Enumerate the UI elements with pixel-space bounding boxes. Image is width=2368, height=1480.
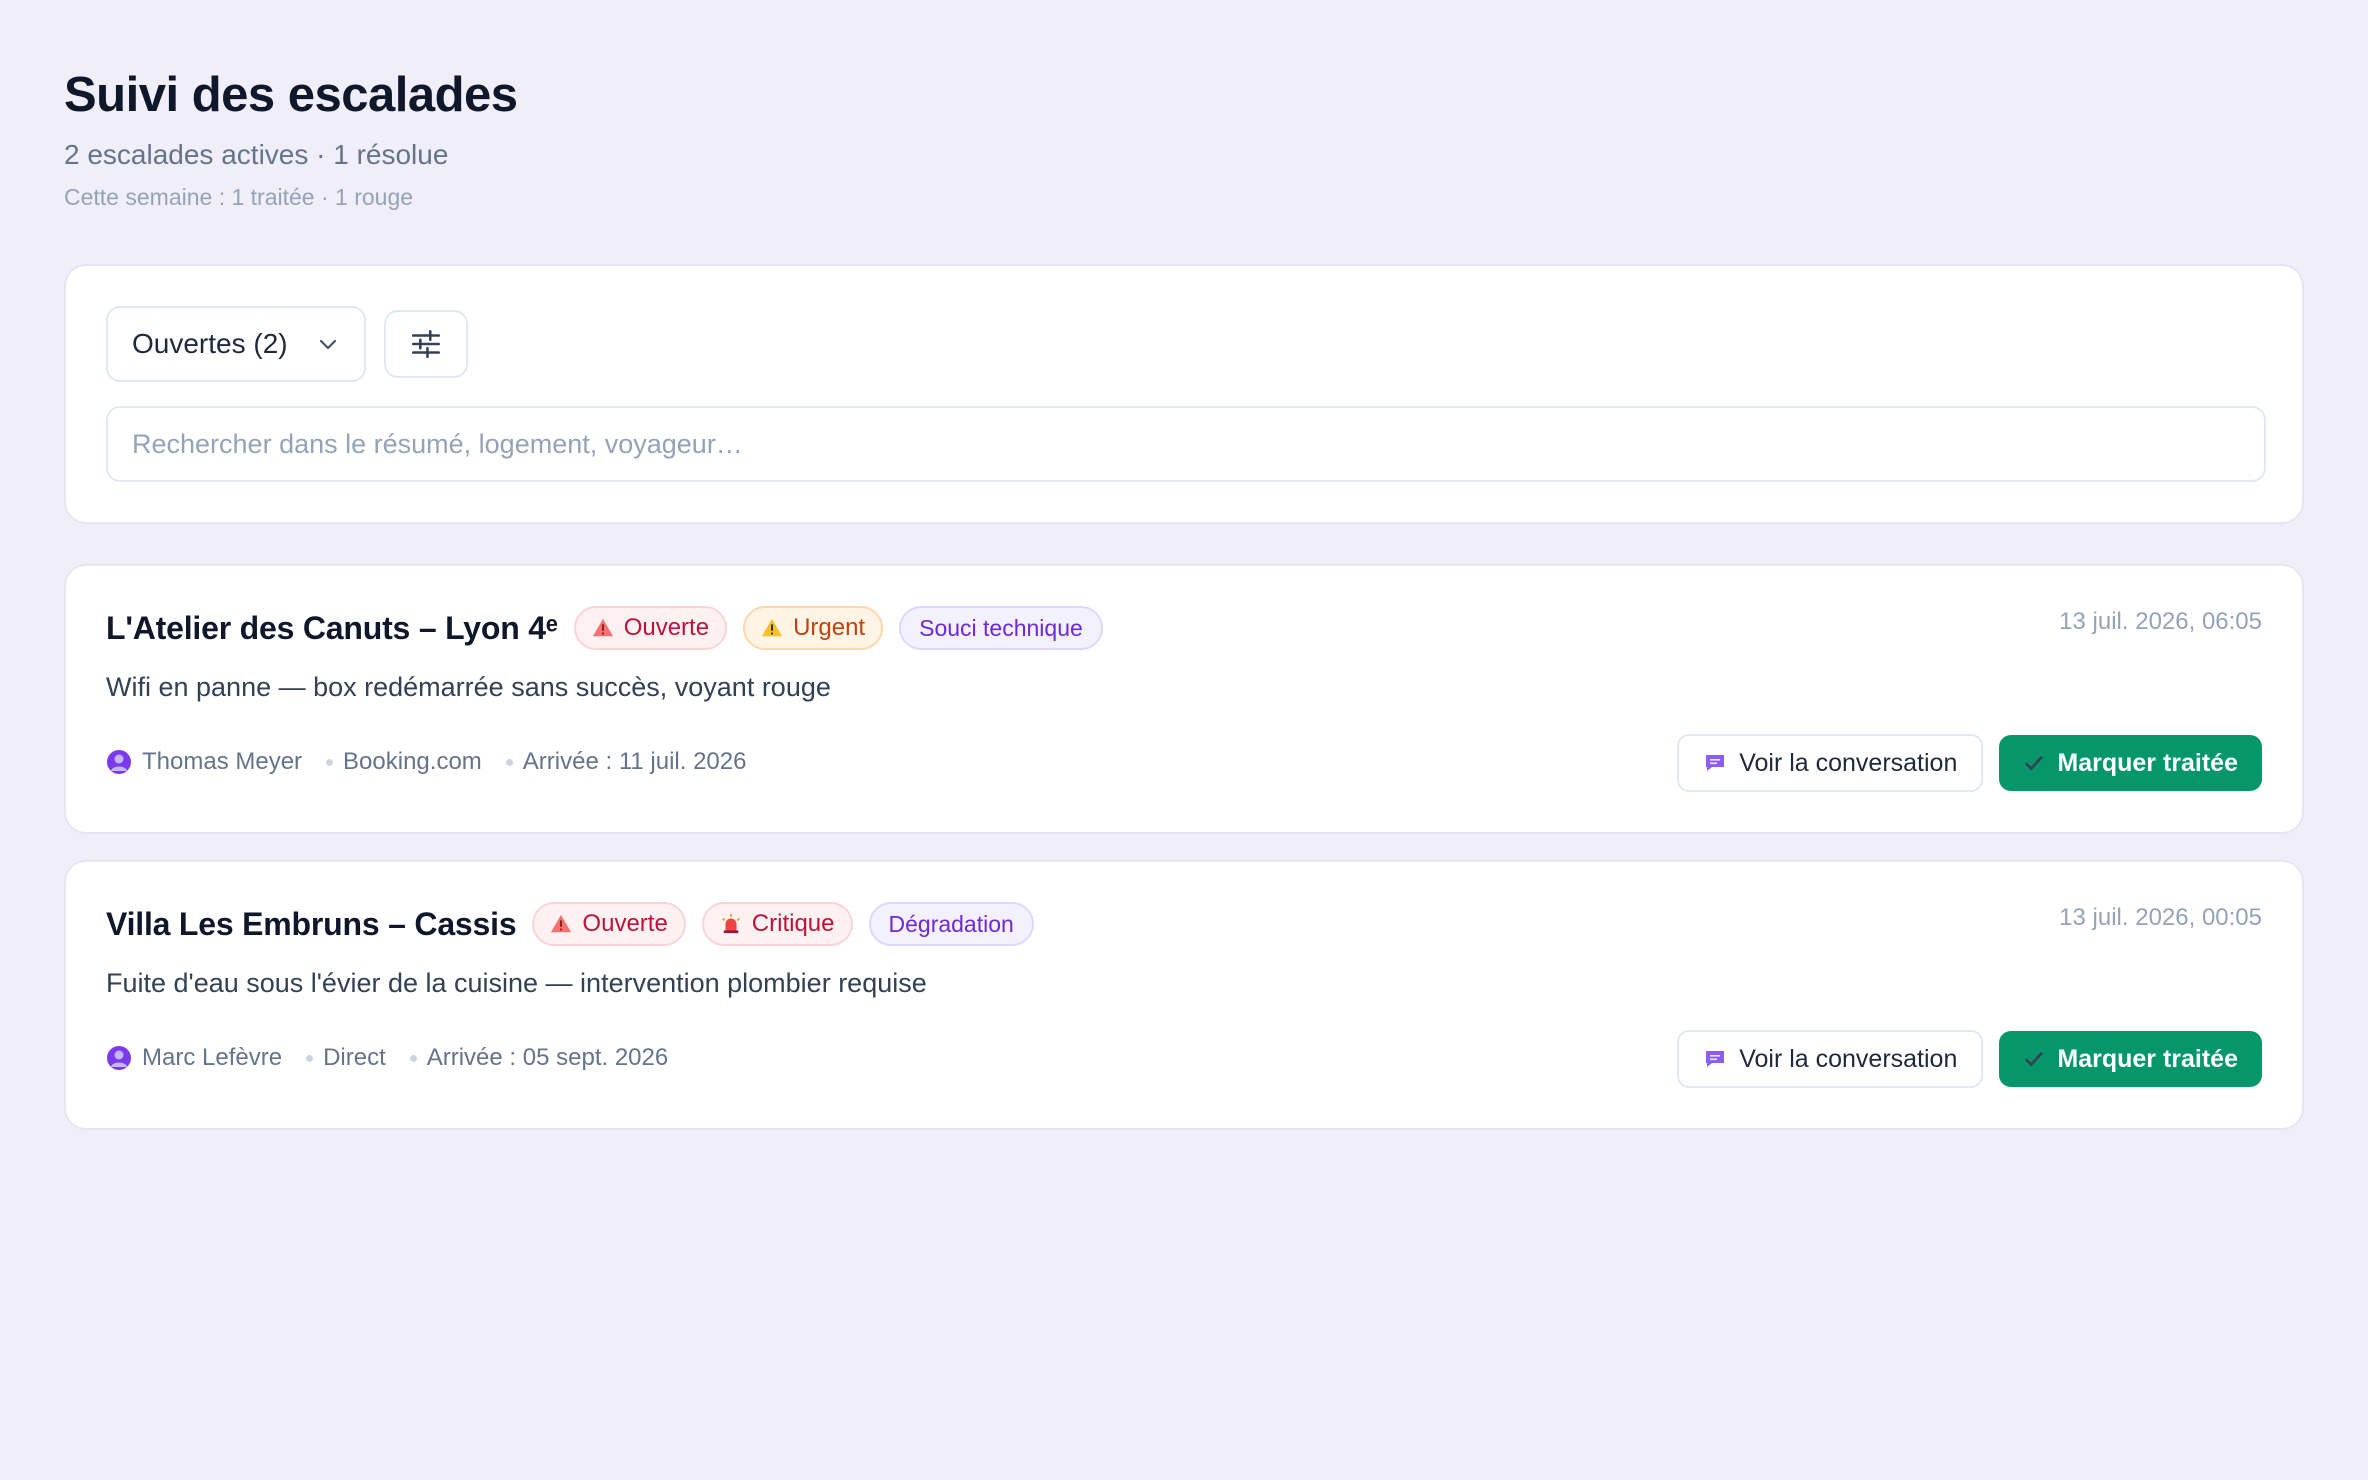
escalation-date: 13 juil. 2026, 00:05 <box>2059 904 2262 931</box>
priority-badge-label: Critique <box>751 910 835 937</box>
status-filter-select[interactable]: Ouvertes (2) <box>106 306 366 382</box>
mark-done-button[interactable]: Marquer traitée <box>1999 1031 2262 1087</box>
separator-dot <box>306 1054 314 1062</box>
escalation-card: L'Atelier des Canuts – Lyon 4ᵉ Ouverte U… <box>64 564 2304 834</box>
guest-name: Marc Lefèvre <box>142 1044 283 1071</box>
view-conversation-button[interactable]: Voir la conversation <box>1677 1030 1984 1088</box>
escalation-meta: Marc Lefèvre Direct Arrivée : 05 sept. 2… <box>106 1044 668 1072</box>
status-badge-label: Ouverte <box>623 614 710 641</box>
separator-dot <box>505 758 513 766</box>
escalation-header: Villa Les Embruns – Cassis Ouverte Criti… <box>106 902 1050 946</box>
escalation-summary: Wifi en panne — box redémarrée sans succ… <box>106 672 831 702</box>
separator-dot <box>409 1054 417 1062</box>
escalations-page: Suivi des escalades 2 escalades actives … <box>0 0 2368 1480</box>
priority-badge-label: Urgent <box>793 614 866 641</box>
check-icon <box>2025 1052 2044 1066</box>
property-name: Villa Les Embruns – Cassis <box>106 905 517 942</box>
advanced-filters-button[interactable] <box>384 310 468 378</box>
separator-dot <box>326 758 334 766</box>
search-input[interactable] <box>106 406 2266 482</box>
weekly-summary: Cette semaine : 1 traitée · 1 rouge <box>64 184 414 210</box>
escalation-header: L'Atelier des Canuts – Lyon 4ᵉ Ouverte U… <box>106 606 1119 650</box>
escalation-actions: Voir la conversation Marquer traitée <box>1677 1030 2262 1088</box>
status-filter-value: Ouvertes (2) <box>132 328 288 359</box>
mark-done-label: Marquer traitée <box>2057 748 2238 777</box>
view-conversation-button[interactable]: Voir la conversation <box>1677 734 1984 792</box>
priority-badge: Critique <box>701 902 853 946</box>
guest-avatar-icon <box>107 1046 131 1070</box>
mark-done-button[interactable]: Marquer traitée <box>1999 735 2262 791</box>
siren-icon <box>721 913 740 934</box>
chevron-down-icon <box>319 339 337 350</box>
check-icon <box>2025 756 2044 770</box>
warning-icon <box>592 618 613 637</box>
escalation-summary: Fuite d'eau sous l'évier de la cuisine —… <box>106 968 927 998</box>
page-subtitle: 2 escalades actives · 1 résolue <box>64 139 449 170</box>
escalation-meta: Thomas Meyer Booking.com Arrivée : 11 ju… <box>106 748 746 776</box>
sliders-icon <box>411 329 441 359</box>
guest-name: Thomas Meyer <box>142 748 303 775</box>
booking-channel: Direct <box>323 1044 386 1071</box>
mark-done-label: Marquer traitée <box>2057 1044 2238 1073</box>
chat-bubble-icon <box>1706 1051 1725 1067</box>
warning-icon <box>761 618 783 637</box>
escalation-card: Villa Les Embruns – Cassis Ouverte Criti… <box>64 860 2304 1130</box>
booking-channel: Booking.com <box>343 748 482 775</box>
warning-icon <box>551 914 572 933</box>
status-badge-label: Ouverte <box>582 910 668 937</box>
arrival-date: Arrivée : 11 juil. 2026 <box>522 748 747 775</box>
escalation-date: 13 juil. 2026, 06:05 <box>2059 608 2262 635</box>
chat-bubble-icon <box>1706 755 1725 771</box>
view-conversation-label: Voir la conversation <box>1739 748 1958 777</box>
status-badge: Ouverte <box>532 902 686 946</box>
status-badge: Ouverte <box>573 606 728 650</box>
page-header: Suivi des escalades 2 escalades actives … <box>64 66 518 212</box>
escalation-actions: Voir la conversation Marquer traitée <box>1677 734 2262 792</box>
category-badge: Dégradation <box>868 902 1034 946</box>
arrival-date: Arrivée : 05 sept. 2026 <box>426 1044 669 1071</box>
guest-avatar-icon <box>107 750 131 774</box>
page-title: Suivi des escalades <box>64 68 518 122</box>
priority-badge: Urgent <box>743 606 884 650</box>
category-badge: Souci technique <box>899 606 1103 650</box>
filter-panel: Ouvertes (2) <box>64 264 2304 524</box>
property-name: L'Atelier des Canuts – Lyon 4ᵉ <box>106 609 558 646</box>
view-conversation-label: Voir la conversation <box>1739 1044 1958 1073</box>
